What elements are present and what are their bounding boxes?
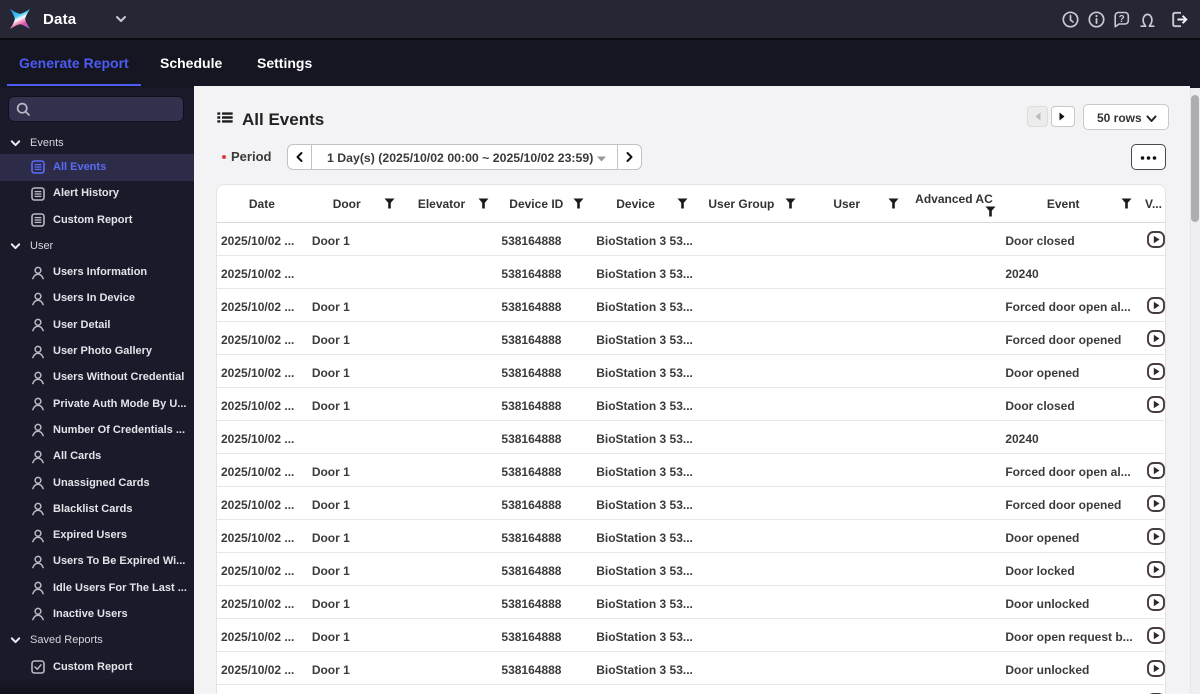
svg-text:?: ? (1119, 14, 1125, 25)
